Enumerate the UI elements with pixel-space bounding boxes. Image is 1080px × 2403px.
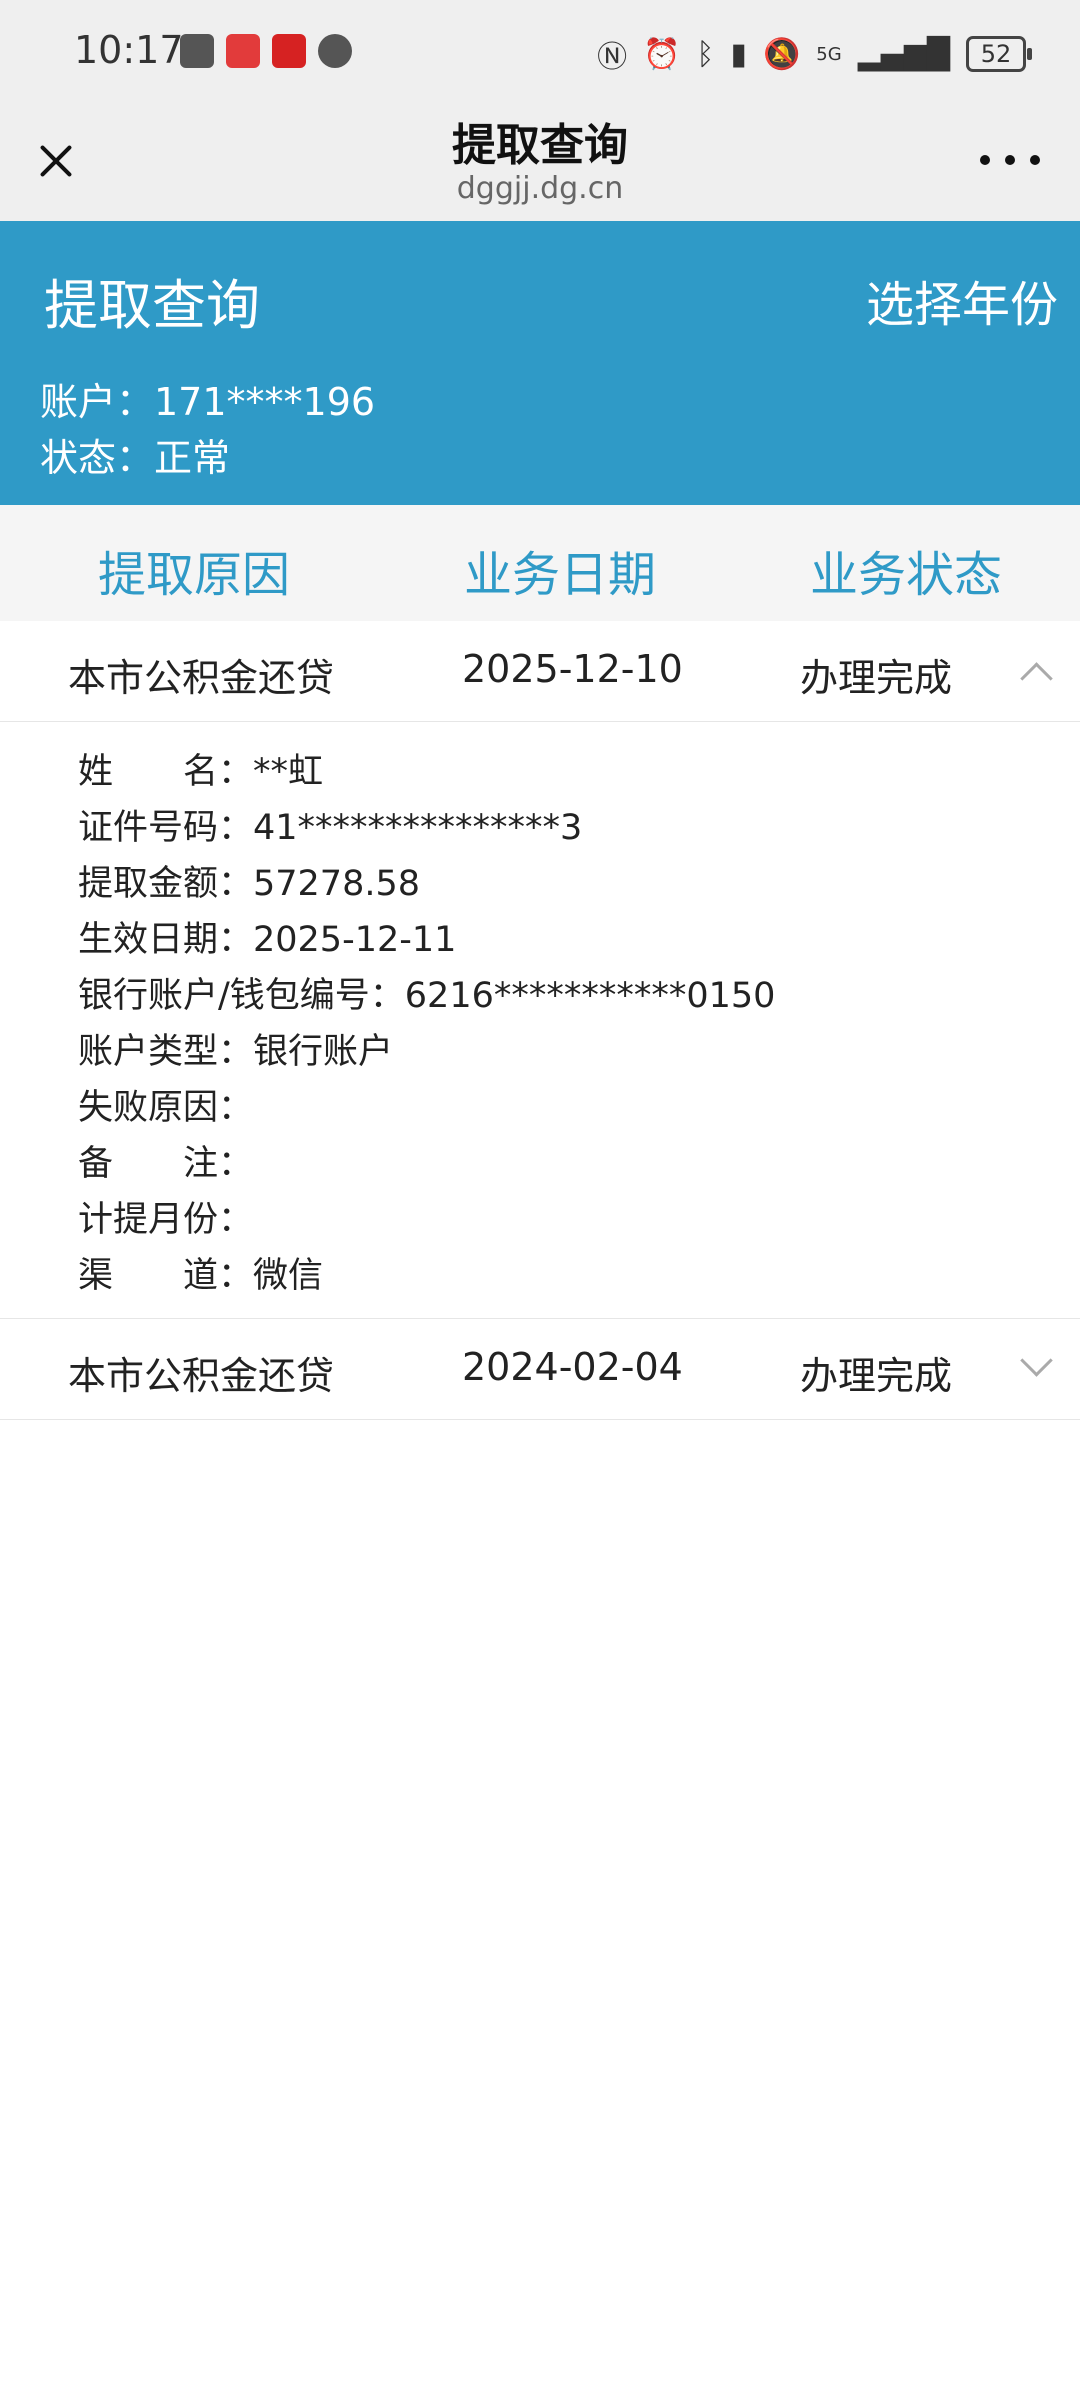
account-number: 账户：171****196 <box>40 380 376 424</box>
status-right-icons: Ⓝ ⏰ ᛒ ▮ 🔕 5G ▂▄▆█ 52 <box>597 32 1032 76</box>
table-header: 提取原因 业务日期 业务状态 <box>0 505 1080 622</box>
battery-level: 52 <box>980 40 1012 68</box>
battery-saver-icon: ▮ <box>730 36 747 72</box>
nfc-icon: Ⓝ <box>597 40 628 75</box>
column-header-date: 业务日期 <box>464 547 657 603</box>
status-left-icons <box>180 34 352 68</box>
app-icon <box>226 34 260 68</box>
detail-remarks: 备 注： <box>78 1144 254 1184</box>
column-header-reason: 提取原因 <box>98 547 291 603</box>
more-icon[interactable] <box>980 151 1040 169</box>
detail-account-type: 账户类型：银行账户 <box>78 1032 394 1072</box>
page-title: 提取查询 <box>452 120 628 171</box>
signal-icon: ▂▄▆█ <box>857 36 950 72</box>
banner-title: 提取查询 <box>44 274 260 337</box>
record-status: 办理完成 <box>800 656 953 700</box>
detail-id-number: 证件号码：41***************3 <box>78 808 583 848</box>
detail-name: 姓 名：**虹 <box>78 752 324 792</box>
record-reason: 本市公积金还贷 <box>68 656 335 700</box>
column-header-status: 业务状态 <box>810 547 1003 603</box>
record-reason: 本市公积金还贷 <box>68 1354 335 1398</box>
page-domain: dggjj.dg.cn <box>456 171 624 206</box>
status-time: 10:17 <box>74 28 184 72</box>
account-banner: 提取查询 选择年份 账户：171****196 状态：正常 <box>0 221 1080 505</box>
bluetooth-icon: ᛒ <box>696 36 715 72</box>
detail-channel: 渠 道：微信 <box>78 1256 324 1296</box>
record-status: 办理完成 <box>800 1354 953 1398</box>
notification-icon <box>180 34 214 68</box>
record-date: 2024-02-04 <box>462 1345 683 1389</box>
record-details: 姓 名：**虹 证件号码：41***************3 提取金额：572… <box>78 744 775 1304</box>
chevron-up-icon[interactable] <box>1020 662 1053 695</box>
table-row[interactable]: 本市公积金还贷 2025-12-10 办理完成 <box>0 621 1080 722</box>
mute-icon: 🔕 <box>762 36 801 72</box>
detail-effective-date: 生效日期：2025-12-11 <box>78 920 457 960</box>
app-header: 提取查询 dggjj.dg.cn <box>0 105 1080 222</box>
app-icon <box>272 34 306 68</box>
status-bar: 10:17 Ⓝ ⏰ ᛒ ▮ 🔕 5G ▂▄▆█ 52 <box>0 0 1080 105</box>
detail-amount: 提取金额：57278.58 <box>78 864 421 904</box>
select-year-button[interactable]: 选择年份 <box>866 265 1058 335</box>
record-date: 2025-12-10 <box>462 647 683 691</box>
detail-bank-account: 银行账户/钱包编号：6216***********0150 <box>78 976 776 1016</box>
message-icon <box>318 34 352 68</box>
account-status: 状态：正常 <box>40 436 231 480</box>
chevron-down-icon[interactable] <box>1020 1344 1053 1377</box>
table-row[interactable]: 本市公积金还贷 2024-02-04 办理完成 <box>0 1318 1080 1420</box>
network-label: 5G <box>816 43 842 65</box>
detail-failure-reason: 失败原因： <box>78 1088 254 1128</box>
battery-icon: 52 <box>966 36 1032 72</box>
detail-accrual-month: 计提月份： <box>78 1200 254 1240</box>
alarm-icon: ⏰ <box>643 36 681 72</box>
